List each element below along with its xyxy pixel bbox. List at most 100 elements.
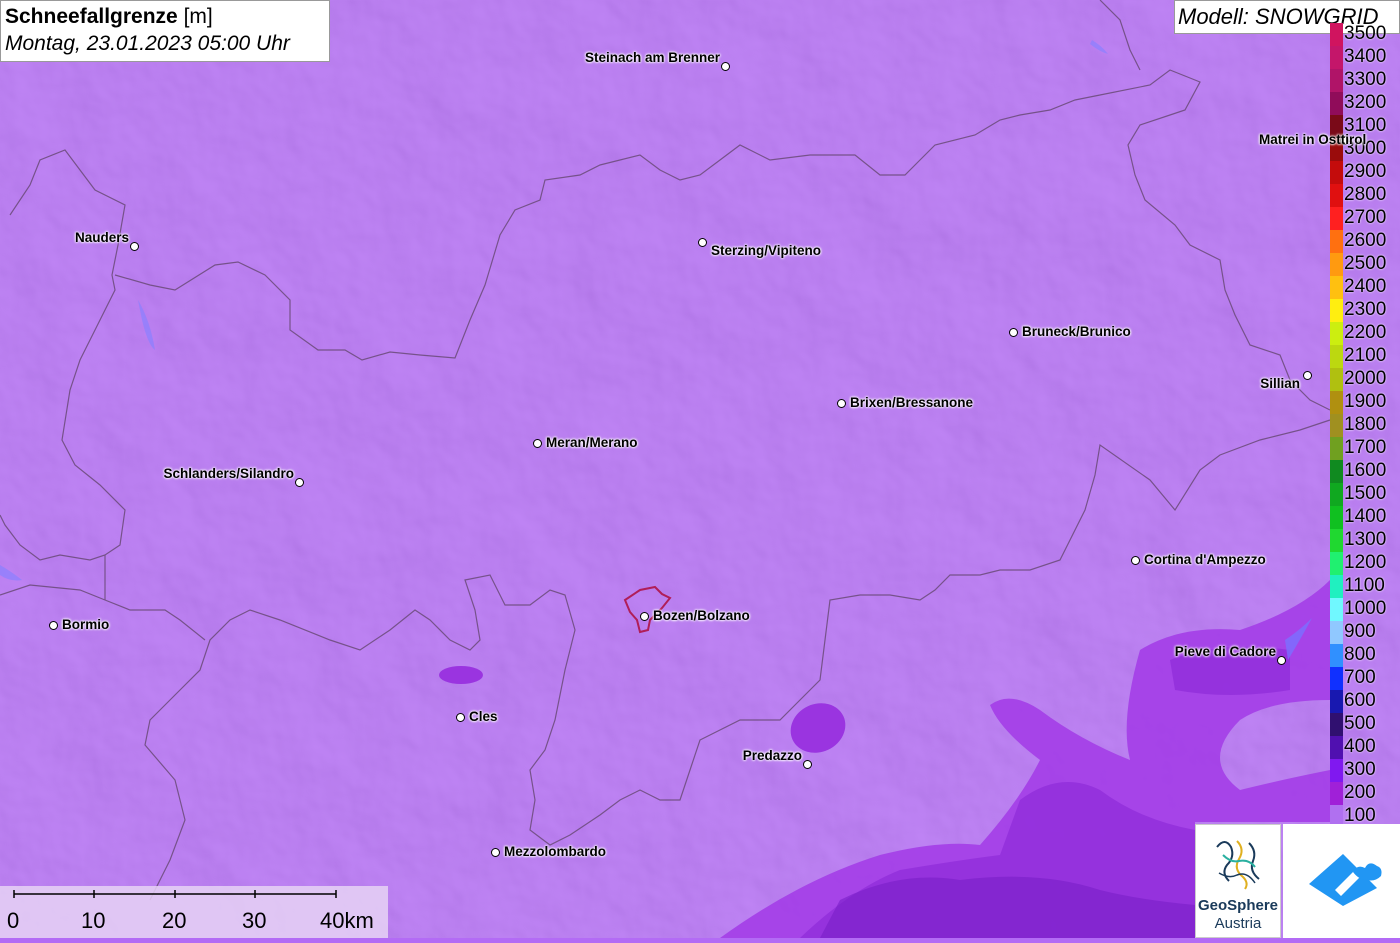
- legend-swatch: [1330, 529, 1343, 552]
- legend-swatch: [1330, 552, 1343, 575]
- map-title-main: Schneefallgrenze: [5, 5, 178, 28]
- city-marker[interactable]: [491, 848, 500, 857]
- city-marker[interactable]: [1131, 556, 1140, 565]
- city-marker[interactable]: [640, 612, 649, 621]
- city-marker[interactable]: [533, 439, 542, 448]
- legend-swatch: [1330, 299, 1343, 322]
- legend-swatch: [1330, 276, 1343, 299]
- color-legend: 3500 3400 3300 3200 3100 3000 2900 2800 2700 2600…: [1330, 23, 1400, 828]
- city-label: Sillian: [1260, 376, 1300, 391]
- city-label: Schlanders/Silandro: [163, 466, 294, 481]
- city-marker[interactable]: [721, 62, 730, 71]
- legend-swatch: [1330, 782, 1343, 805]
- legend-label: 1900: [1344, 391, 1387, 412]
- legend-label: 2900: [1344, 161, 1387, 182]
- city-marker[interactable]: [456, 713, 465, 722]
- city-marker[interactable]: [1277, 656, 1286, 665]
- city-label: Meran/Merano: [546, 435, 638, 450]
- city-label: Brixen/Bressanone: [850, 395, 974, 410]
- city-label: Bozen/Bolzano: [653, 608, 750, 623]
- geosphere-austria-logo[interactable]: GeoSphere Austria: [1195, 824, 1281, 938]
- legend-label: 2100: [1344, 345, 1387, 366]
- legend-swatch: [1330, 161, 1343, 184]
- legend-swatch: [1330, 92, 1343, 115]
- map-title: Schneefallgrenze [m]: [5, 4, 325, 30]
- legend-swatch: [1330, 483, 1343, 506]
- legend-swatch: [1330, 230, 1343, 253]
- legend-swatch: [1330, 46, 1343, 69]
- legend-swatch: [1330, 575, 1343, 598]
- map-title-unit: [m]: [183, 5, 213, 28]
- legend-label: 1500: [1344, 483, 1387, 504]
- legend-swatch: [1330, 437, 1343, 460]
- legend-label: 3200: [1344, 92, 1387, 113]
- legend-swatch: [1330, 736, 1343, 759]
- legend-swatch: [1330, 368, 1343, 391]
- snowline-patch-cles: [439, 666, 483, 684]
- legend-label: 1100: [1344, 575, 1385, 596]
- scale-label-0: 0: [7, 908, 20, 933]
- legend-swatch: [1330, 207, 1343, 230]
- legend-swatch: [1330, 460, 1343, 483]
- city-label: Matrei in Osttirol: [1259, 132, 1367, 147]
- legend-label: 1300: [1344, 529, 1387, 550]
- legend-label: 600: [1344, 690, 1376, 711]
- diamond-cloud-icon: [1309, 854, 1382, 906]
- scale-label-20: 20: [162, 908, 187, 933]
- city-label: Bormio: [62, 617, 110, 632]
- legend-swatch: [1330, 253, 1343, 276]
- city-marker[interactable]: [1009, 328, 1018, 337]
- legend-swatch: [1330, 391, 1343, 414]
- legend-label: 2300: [1344, 299, 1387, 320]
- city-marker[interactable]: [803, 760, 812, 769]
- legend-label: 2400: [1344, 276, 1387, 297]
- legend-label: 800: [1344, 644, 1376, 665]
- city-label: Predazzo: [742, 748, 802, 763]
- legend-label: 1600: [1344, 460, 1387, 481]
- legend-label: 1800: [1344, 414, 1387, 435]
- city-marker[interactable]: [1303, 371, 1312, 380]
- legend-label: 700: [1344, 667, 1376, 688]
- legend-label: 3300: [1344, 69, 1387, 90]
- city-label: Cortina d'Ampezzo: [1144, 552, 1266, 567]
- legend-swatch: [1330, 759, 1343, 782]
- scale-label-30: 30: [242, 908, 267, 933]
- city-label: Nauders: [74, 230, 129, 245]
- legend-label: 2000: [1344, 368, 1387, 389]
- geosphere-emblem-icon: [1216, 840, 1260, 890]
- legend-label: 2700: [1344, 207, 1387, 228]
- legend-label: 200: [1344, 782, 1376, 803]
- legend-label: 1700: [1344, 437, 1387, 458]
- legend-swatch: [1330, 345, 1343, 368]
- legend-swatch: [1330, 644, 1343, 667]
- legend-swatch: [1330, 506, 1343, 529]
- legend-swatch: [1330, 690, 1343, 713]
- legend-label: 1400: [1344, 506, 1387, 527]
- city-label: Bruneck/Brunico: [1022, 324, 1131, 339]
- legend-label: 300: [1344, 759, 1376, 780]
- legend-label: 400: [1344, 736, 1376, 757]
- legend-label: 1000: [1344, 598, 1387, 619]
- city-marker[interactable]: [698, 238, 707, 247]
- legend-swatch: [1330, 23, 1343, 46]
- legend-swatch: [1330, 713, 1343, 736]
- legend-swatch: [1330, 598, 1343, 621]
- legend-label: 3400: [1344, 46, 1387, 67]
- map-title-box: Schneefallgrenze [m] Montag, 23.01.2023 …: [0, 0, 330, 62]
- legend-swatch: [1330, 621, 1343, 644]
- legend-label: 1200: [1344, 552, 1387, 573]
- city-marker[interactable]: [130, 242, 139, 251]
- legend-swatch: [1330, 184, 1343, 207]
- legend-label: 900: [1344, 621, 1376, 642]
- weather-app-logo[interactable]: [1283, 824, 1400, 938]
- geosphere-logo-line2: Austria: [1214, 915, 1262, 932]
- scale-bar: 0 10 20 30 40km: [0, 886, 388, 938]
- legend-label: 2500: [1344, 253, 1387, 274]
- city-marker[interactable]: [295, 478, 304, 487]
- city-marker[interactable]: [837, 399, 846, 408]
- legend-label: 500: [1344, 713, 1376, 734]
- scale-label-40km: 40km: [320, 908, 374, 933]
- legend-label: 2800: [1344, 184, 1387, 205]
- city-marker[interactable]: [49, 621, 58, 630]
- legend-label: 2600: [1344, 230, 1387, 251]
